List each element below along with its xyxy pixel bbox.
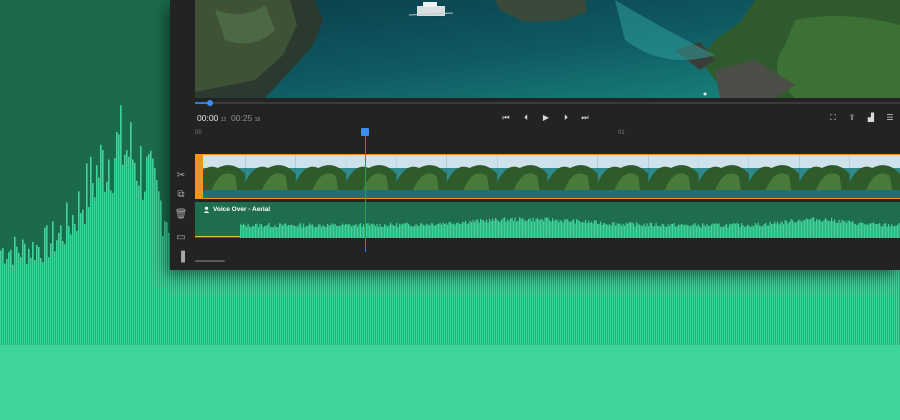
video-frame-thumbnail [497,154,548,199]
video-frame-thumbnail [396,154,447,199]
duration-time: 00:25 18 [231,113,261,123]
video-frame-thumbnail [597,154,649,199]
play-icon: ▶ [542,112,550,122]
video-editor-window: 00:00 12 00:25 18 ⏮ ⏴ ▶ ⏵ ⏭ ⛶ ⇪ ▟ ☰ 00 0… [170,0,900,270]
play-button[interactable]: ▶ [540,112,552,123]
fit-to-screen-icon: ⛶ [830,112,836,122]
duplicate-tool[interactable]: ⧉ [175,189,187,201]
delete-tool[interactable]: 🗑 [174,209,188,221]
playback-scrubber-handle[interactable] [206,100,213,106]
current-time: 00:00 12 [197,113,227,123]
playhead-line [365,134,366,252]
playback-progress-track[interactable] [195,102,900,104]
split-tool[interactable]: ✂ [175,170,187,182]
step-forward-icon: ⏵ [564,112,568,122]
skip-to-end-icon: ⏭ [581,112,589,122]
export-button[interactable]: ⇪ [846,112,858,123]
playhead-handle[interactable] [361,128,369,136]
voiceover-icon [203,206,210,213]
align-tool[interactable]: ▐ [175,252,187,264]
video-clip[interactable] [195,154,900,199]
ruler-label-one-second: 01 [618,130,625,136]
video-frame-thumbnail [346,154,397,199]
caption-tool[interactable]: ▭ [175,232,187,244]
more-menu-icon: ☰ [886,112,894,122]
step-back-icon: ⏴ [524,112,528,122]
video-frame-thumbnail [698,154,749,199]
clip-border-top [195,154,900,155]
timeline-tools: ✂ ⧉ 🗑 ▭ ▐ [170,154,192,270]
video-frame-thumbnail [748,154,800,199]
video-frame-thumbnail [245,154,296,199]
video-frame-thumbnail [295,154,347,199]
step-forward-button[interactable]: ⏵ [560,112,572,123]
clip-border-bottom [195,198,900,199]
duplicate-icon: ⧉ [177,189,185,200]
scissors-icon: ✂ [176,170,186,181]
audio-track-title: Voice Over - Aerial [213,206,271,213]
more-menu-button[interactable]: ☰ [884,112,896,123]
quality-button[interactable]: ▟ [865,112,877,123]
quality-icon: ▟ [867,112,875,122]
align-icon: ▐ [177,252,185,263]
video-preview [195,0,900,98]
video-frame-thumbnail [648,154,699,199]
trash-icon: 🗑 [174,209,188,220]
video-frame-thumbnail [446,154,498,199]
audio-track-label: Voice Over - Aerial [203,206,270,213]
skip-to-start-button[interactable]: ⏮ [500,112,512,123]
video-frame-thumbnail [547,154,598,199]
timeline-ruler[interactable]: 00 01 [195,128,900,140]
caption-icon: ▭ [176,232,186,243]
fit-to-screen-button[interactable]: ⛶ [827,112,839,123]
video-frame-thumbnail [849,154,900,199]
skip-to-start-icon: ⏮ [502,112,510,122]
export-icon: ⇪ [848,112,856,122]
audio-clip[interactable]: Voice Over - Aerial [195,202,900,238]
clip-trim-handle[interactable] [195,154,203,199]
ruler-label-start: 00 [195,130,202,136]
step-back-button[interactable]: ⏴ [520,112,532,123]
video-frame-thumbnail [799,154,850,199]
transport-bar: 00:00 12 00:25 18 ⏮ ⏴ ▶ ⏵ ⏭ ⛶ ⇪ ▟ ☰ [195,108,900,128]
timeline-scrollbar[interactable] [195,260,225,262]
skip-to-end-button[interactable]: ⏭ [579,112,591,123]
